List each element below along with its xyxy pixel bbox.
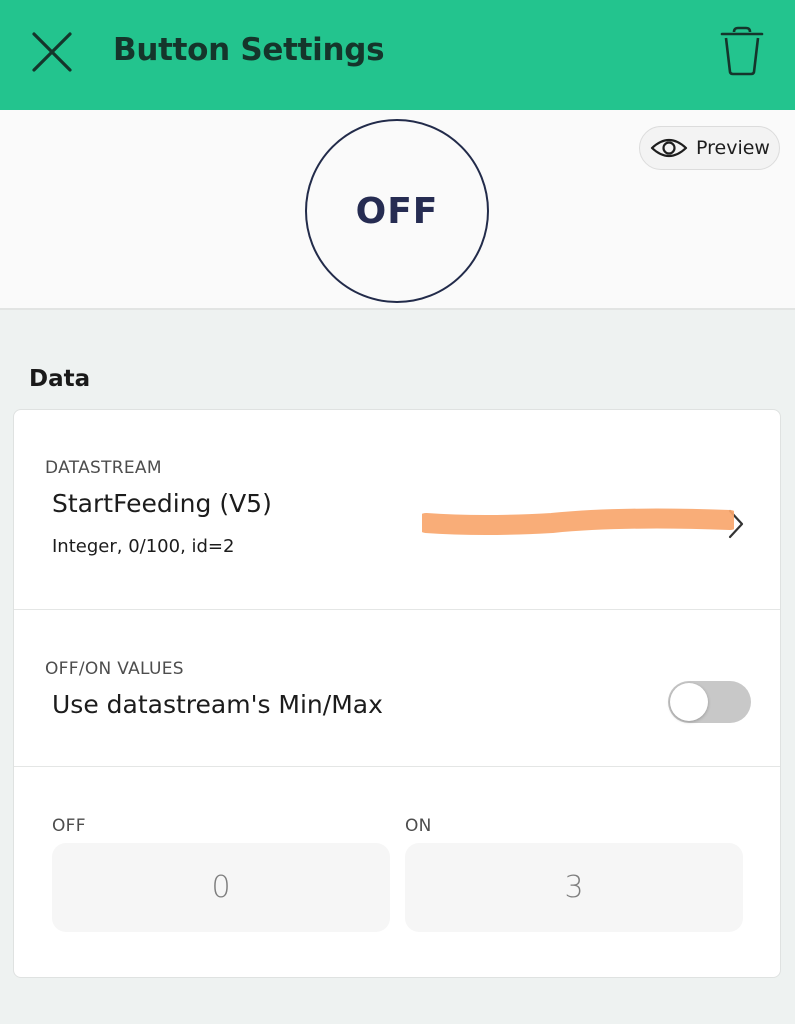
button-state-label: OFF (355, 190, 439, 232)
delete-button[interactable] (716, 24, 768, 80)
close-button[interactable] (28, 28, 76, 76)
off-on-inputs-row: OFF ON 0 3 (14, 767, 780, 977)
on-value-input[interactable]: 3 (405, 843, 743, 932)
widget-preview-area: OFF Preview (0, 110, 795, 310)
off-on-values-caption: OFF/ON VALUES (45, 659, 184, 679)
use-min-max-label: Use datastream's Min/Max (52, 690, 383, 719)
off-on-values-row: OFF/ON VALUES Use datastream's Min/Max (14, 610, 780, 767)
toggle-knob (670, 683, 708, 721)
preview-button[interactable]: Preview (639, 126, 780, 170)
eye-icon (650, 138, 688, 158)
page-title: Button Settings (113, 32, 385, 68)
use-min-max-toggle[interactable] (668, 681, 751, 723)
widget-button-preview[interactable]: OFF (305, 119, 489, 303)
off-value-caption: OFF (52, 816, 86, 836)
datastream-details: Integer, 0/100, id=2 (52, 536, 235, 557)
app-header: Button Settings (0, 0, 795, 110)
on-value-caption: ON (405, 816, 432, 836)
preview-button-label: Preview (696, 137, 770, 159)
highlight-annotation (422, 508, 734, 535)
section-title-data: Data (29, 366, 91, 392)
data-settings-card: DATASTREAM StartFeeding (V5) Integer, 0/… (13, 409, 781, 978)
datastream-name: StartFeeding (V5) (52, 489, 272, 518)
close-icon (32, 32, 72, 72)
trash-icon (720, 26, 764, 76)
datastream-caption: DATASTREAM (45, 458, 162, 478)
off-value-input[interactable]: 0 (52, 843, 390, 932)
